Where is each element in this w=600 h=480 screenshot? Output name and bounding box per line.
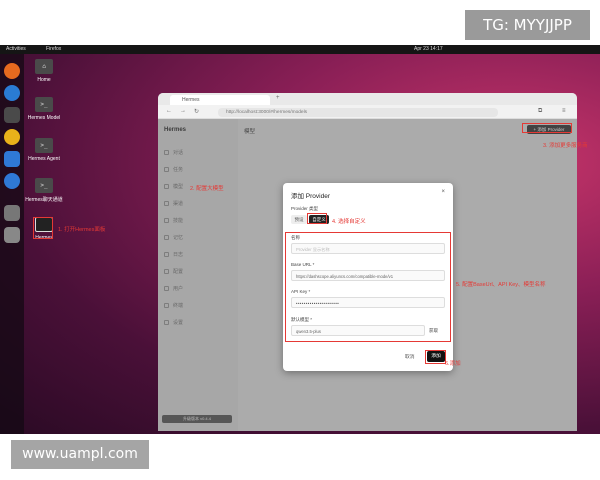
desktop-icon-hermes-channel[interactable]: >_ Hermes聊天通道 bbox=[24, 178, 64, 203]
help-icon[interactable] bbox=[4, 173, 20, 189]
reload-icon[interactable]: ↻ bbox=[194, 108, 199, 115]
desktop-icon-hermes-agent[interactable]: >_ Hermes Agent bbox=[24, 138, 64, 162]
active-app-label: Firefox bbox=[46, 46, 62, 52]
annotation-box-add-provider bbox=[522, 123, 572, 133]
desktop-icon-label: Hermes聊天通道 bbox=[25, 197, 63, 203]
desktop-icon-home[interactable]: ⌂ Home bbox=[24, 59, 64, 83]
rhythmbox-icon[interactable] bbox=[4, 129, 20, 145]
activities-button[interactable]: Activities bbox=[6, 46, 26, 52]
extensions-icon[interactable]: ⧉ bbox=[538, 108, 542, 115]
writer-icon[interactable] bbox=[4, 151, 20, 167]
desktop-icon-label: Hermes Agent bbox=[28, 156, 60, 162]
forward-icon[interactable]: → bbox=[180, 108, 186, 114]
annotation-box-hermes-icon bbox=[33, 217, 53, 239]
terminal-script-icon: >_ bbox=[35, 138, 53, 153]
terminal-script-icon: >_ bbox=[35, 178, 53, 193]
url-bar[interactable]: http://localhost:3000/#/hermes/models bbox=[218, 108, 498, 117]
dialog-title: 添加 Provider bbox=[291, 193, 331, 200]
annotation-step3: 3. 添加更多服务商 bbox=[543, 143, 588, 149]
type-option-preset[interactable]: 预设 bbox=[291, 215, 307, 224]
annotation-step1: 1. 打开Hermes面板 bbox=[58, 227, 106, 233]
annotation-step5: 5. 配置BaseUrl、API Key、模型名称 bbox=[456, 282, 546, 288]
dock bbox=[0, 54, 24, 434]
close-icon[interactable]: × bbox=[441, 189, 445, 195]
back-icon[interactable]: ← bbox=[166, 108, 172, 114]
trash-icon[interactable] bbox=[4, 227, 20, 243]
top-bar: Activities Firefox Apr 23 14:17 bbox=[0, 45, 600, 54]
folder-icon: ⌂ bbox=[35, 59, 53, 74]
disk-icon[interactable] bbox=[4, 205, 20, 221]
watermark-top: TG: MYYJJPP bbox=[465, 10, 590, 40]
annotation-box-fields bbox=[285, 232, 451, 342]
terminal-script-icon: >_ bbox=[35, 97, 53, 112]
tab-bar: Hermes + bbox=[158, 93, 577, 105]
terminal-icon[interactable] bbox=[4, 107, 20, 123]
annotation-step6: 6.添加 bbox=[445, 361, 461, 367]
desktop-icon-label: Hermes Model bbox=[27, 115, 61, 121]
desktop-icon-hermes-model[interactable]: >_ Hermes Model bbox=[24, 97, 64, 121]
browser-tab[interactable]: Hermes bbox=[170, 95, 270, 105]
new-tab-icon[interactable]: + bbox=[276, 95, 280, 101]
screenshot-frame: TG: MYYJJPP Activities Firefox Apr 23 14… bbox=[0, 0, 600, 480]
clock[interactable]: Apr 23 14:17 bbox=[414, 46, 443, 52]
annotation-step4: 4. 选择自定义 bbox=[332, 219, 366, 225]
thunderbird-icon[interactable] bbox=[4, 85, 20, 101]
annotation-box-add bbox=[425, 350, 446, 364]
firefox-icon[interactable] bbox=[4, 63, 20, 79]
annotation-step2: 2. 配置大模型 bbox=[190, 186, 224, 192]
cancel-button[interactable]: 取消 bbox=[405, 353, 415, 360]
provider-type-label: Provider 类型 bbox=[291, 206, 319, 211]
menu-icon[interactable]: ≡ bbox=[562, 108, 566, 114]
desktop-icon-label: Home bbox=[37, 77, 51, 83]
annotation-box-custom bbox=[307, 213, 327, 224]
watermark-bottom: www.uampl.com bbox=[11, 440, 149, 469]
nav-toolbar: ← → ↻ http://localhost:3000/#/hermes/mod… bbox=[158, 105, 577, 119]
